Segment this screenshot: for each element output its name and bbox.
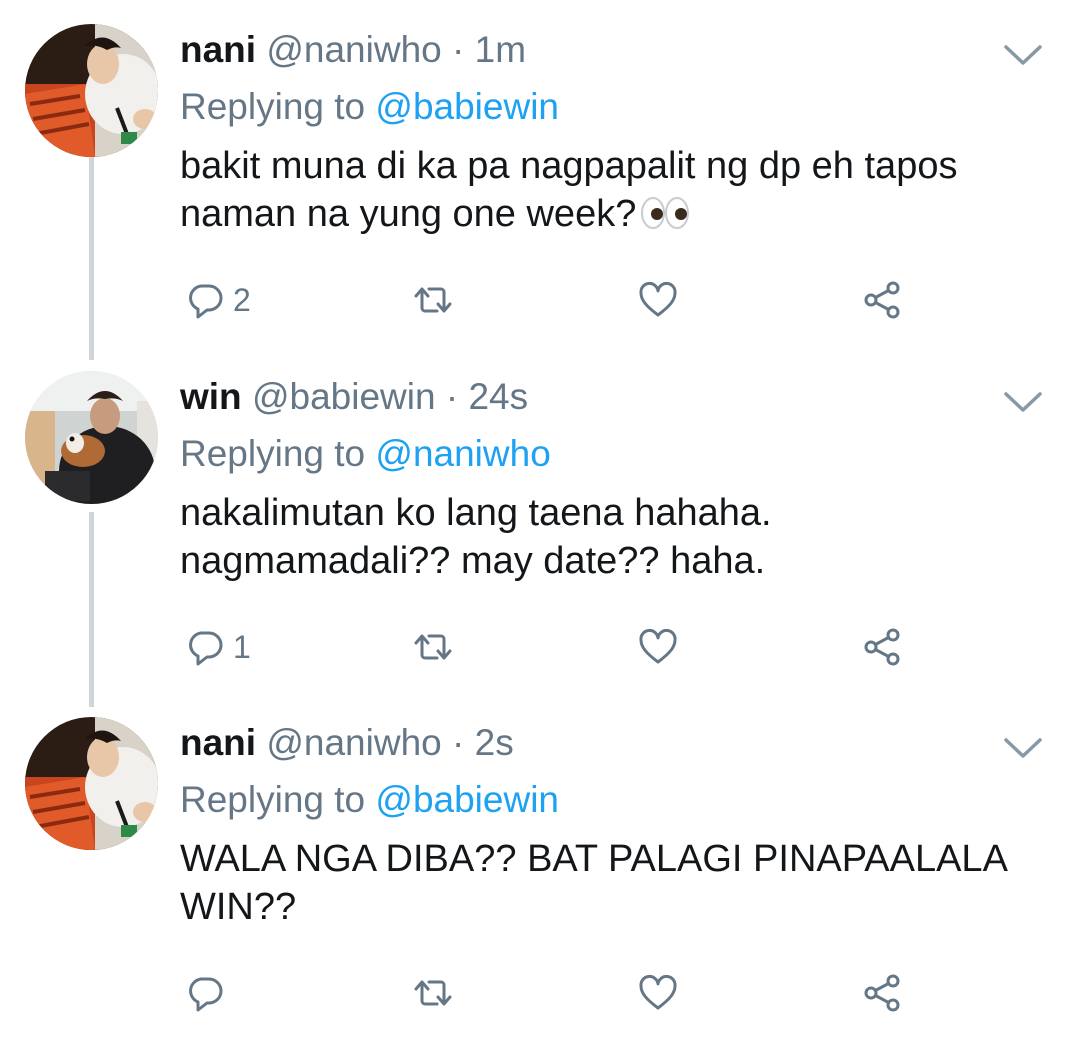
timestamp[interactable]: 24s bbox=[468, 376, 528, 417]
tweet-actions: 1 bbox=[0, 627, 1078, 677]
heart-icon bbox=[638, 627, 678, 667]
replying-to: Replying to @babiewin bbox=[180, 778, 559, 822]
reply-button[interactable]: 2 bbox=[185, 280, 251, 320]
share-icon bbox=[862, 973, 902, 1013]
avatar[interactable] bbox=[25, 717, 158, 850]
display-name[interactable]: nani bbox=[180, 29, 256, 70]
reply-button[interactable] bbox=[185, 973, 233, 1013]
separator-dot: · bbox=[445, 376, 459, 417]
share-icon bbox=[862, 280, 902, 320]
retweet-button[interactable] bbox=[413, 627, 453, 667]
heart-icon bbox=[638, 973, 678, 1013]
like-button[interactable] bbox=[638, 627, 678, 667]
share-icon bbox=[862, 627, 902, 667]
tweet-body: bakit muna di ka pa nagpapalit ng dp eh … bbox=[180, 145, 958, 235]
chevron-down-icon[interactable] bbox=[1002, 389, 1044, 415]
share-button[interactable] bbox=[862, 280, 902, 320]
mention-link[interactable]: @naniwho bbox=[375, 433, 550, 474]
display-name[interactable]: nani bbox=[180, 722, 256, 763]
share-button[interactable] bbox=[862, 627, 902, 667]
tweet-header: nani @naniwho · 1m bbox=[180, 28, 526, 72]
timestamp[interactable]: 1m bbox=[475, 29, 526, 70]
tweet-header: nani @naniwho · 2s bbox=[180, 721, 514, 765]
like-button[interactable] bbox=[638, 280, 678, 320]
mention-link[interactable]: @babiewin bbox=[375, 86, 559, 127]
separator-dot: · bbox=[452, 722, 465, 763]
avatar[interactable] bbox=[25, 371, 158, 504]
retweet-button[interactable] bbox=[413, 280, 453, 320]
like-button[interactable] bbox=[638, 973, 678, 1013]
retweet-icon bbox=[413, 627, 453, 667]
reply-icon bbox=[185, 973, 225, 1013]
retweet-icon bbox=[413, 280, 453, 320]
reply-button[interactable]: 1 bbox=[185, 627, 251, 667]
chevron-down-icon[interactable] bbox=[1002, 735, 1044, 761]
reply-icon bbox=[185, 280, 225, 320]
reply-count: 1 bbox=[233, 629, 251, 665]
thread-connector bbox=[89, 512, 94, 707]
share-button[interactable] bbox=[862, 973, 902, 1013]
tweet-text: bakit muna di ka pa nagpapalit ng dp eh … bbox=[180, 142, 1050, 238]
avatar[interactable] bbox=[25, 24, 158, 157]
reply-icon bbox=[185, 627, 225, 667]
tweet-actions bbox=[0, 973, 1078, 1023]
tweet-actions: 2 bbox=[0, 280, 1078, 330]
eyes-emoji-icon bbox=[641, 197, 690, 229]
tweet-text: WALA NGA DIBA?? BAT PALAGI PINAPAALALA W… bbox=[180, 838, 1006, 928]
reply-count: 2 bbox=[233, 282, 251, 318]
retweet-button[interactable] bbox=[413, 973, 453, 1013]
replying-to-label: Replying to bbox=[180, 433, 376, 474]
retweet-icon bbox=[413, 973, 453, 1013]
replying-to: Replying to @naniwho bbox=[180, 432, 551, 476]
separator-dot: · bbox=[452, 29, 465, 70]
heart-icon bbox=[638, 280, 678, 320]
user-handle[interactable]: @babiewin bbox=[252, 376, 436, 417]
tweet-text: nakalimutan ko lang taena hahaha. nagmam… bbox=[180, 492, 772, 582]
timestamp[interactable]: 2s bbox=[475, 722, 514, 763]
chevron-down-icon[interactable] bbox=[1002, 42, 1044, 68]
replying-to-label: Replying to bbox=[180, 779, 376, 820]
user-handle[interactable]: @naniwho bbox=[266, 29, 441, 70]
replying-to: Replying to @babiewin bbox=[180, 85, 559, 129]
replying-to-label: Replying to bbox=[180, 86, 376, 127]
user-handle[interactable]: @naniwho bbox=[266, 722, 441, 763]
display-name[interactable]: win bbox=[180, 376, 242, 417]
mention-link[interactable]: @babiewin bbox=[375, 779, 559, 820]
tweet-header: win @babiewin · 24s bbox=[180, 375, 528, 419]
